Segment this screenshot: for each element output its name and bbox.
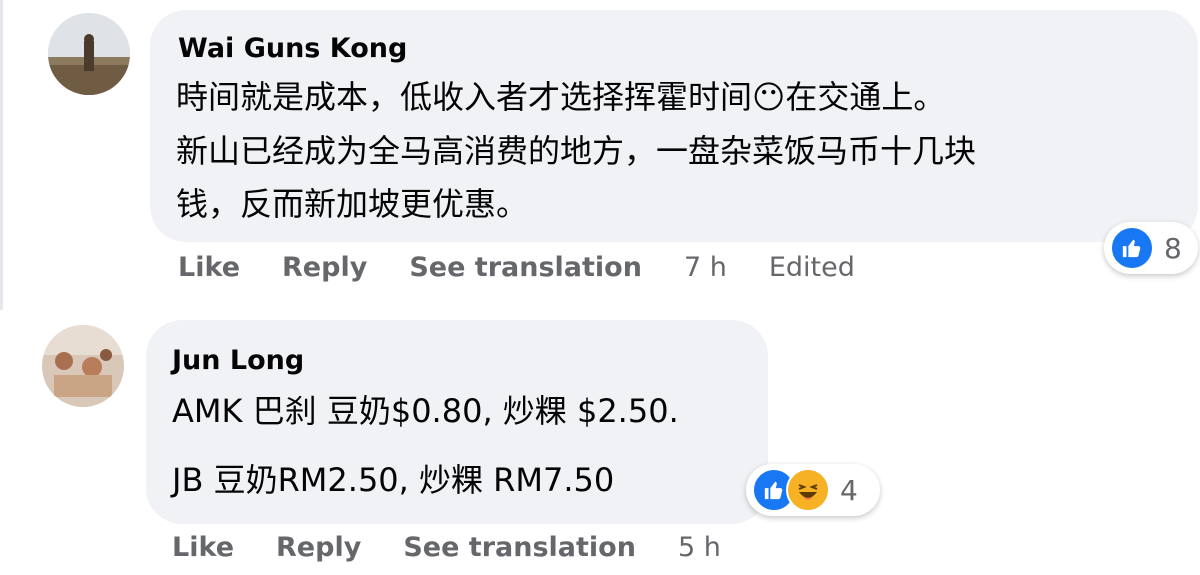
like-reaction-icon — [1110, 226, 1154, 270]
like-button[interactable]: Like — [172, 532, 234, 563]
timestamp[interactable]: 5 h — [678, 532, 721, 563]
reaction-count: 4 — [840, 473, 858, 507]
comment-author-name[interactable]: Wai Guns Kong — [178, 33, 407, 64]
timestamp[interactable]: 7 h — [684, 252, 727, 283]
comment-text-line: 钱，反而新加坡更优惠。 — [176, 185, 529, 223]
reaction-summary[interactable]: 4 — [746, 464, 880, 516]
avatar[interactable] — [48, 13, 130, 95]
comment-text-line: 時间就是成本，低收入者才选择挥霍时间😶在交通上。 — [176, 78, 946, 116]
like-button[interactable]: Like — [178, 252, 240, 283]
comment-actions: Like Reply See translation 7 h Edited — [178, 252, 897, 283]
comment-author-name[interactable]: Jun Long — [172, 345, 304, 376]
reaction-count: 8 — [1164, 231, 1182, 265]
reply-button[interactable]: Reply — [276, 532, 361, 563]
avatar[interactable] — [42, 325, 124, 407]
haha-reaction-icon — [786, 468, 830, 512]
thread-connector-line — [0, 0, 3, 310]
comment-actions: Like Reply See translation 5 h — [172, 532, 763, 563]
comment-text-line: 新山已经成为全马高消费的地方，一盘杂菜饭马币十几块 — [176, 132, 977, 170]
comment-text-line: JB 豆奶RM2.50, 炒粿 RM7.50 — [172, 461, 615, 499]
see-translation-link[interactable]: See translation — [403, 532, 636, 563]
edited-label[interactable]: Edited — [769, 252, 855, 283]
comment-text-line: AMK 巴刹 豆奶$0.80, 炒粿 $2.50. — [172, 392, 679, 430]
reply-button[interactable]: Reply — [282, 252, 367, 283]
reaction-summary[interactable]: 8 — [1104, 222, 1198, 274]
see-translation-link[interactable]: See translation — [409, 252, 642, 283]
